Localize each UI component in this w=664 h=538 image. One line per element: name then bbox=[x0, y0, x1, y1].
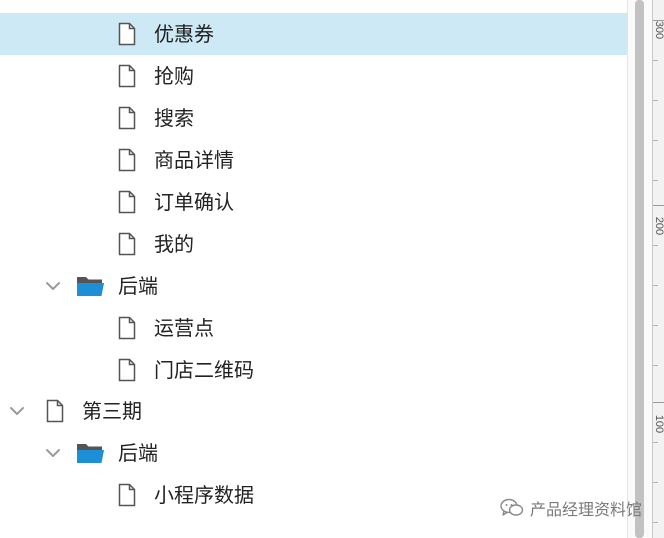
tree-row-label: 运营点 bbox=[154, 316, 214, 340]
ruler-tick bbox=[653, 285, 658, 286]
ruler-tick bbox=[653, 100, 658, 101]
tree-row-coupon[interactable]: 优惠券 bbox=[0, 13, 627, 55]
ruler-tick bbox=[653, 325, 658, 326]
tree-row-label: 门店二维码 bbox=[154, 358, 254, 382]
folder-open-icon bbox=[77, 277, 104, 296]
vertical-ruler: 300 200 100 bbox=[652, 0, 664, 538]
tree-row-label: 我的 bbox=[154, 232, 194, 256]
watermark: 产品经理资料馆 bbox=[500, 495, 642, 521]
file-icon bbox=[118, 232, 136, 256]
ruler-tick bbox=[653, 402, 664, 403]
watermark-text: 产品经理资料馆 bbox=[530, 500, 643, 519]
tree-row-ops-point[interactable]: 运营点 bbox=[0, 307, 627, 349]
ruler-label: 100 bbox=[653, 414, 664, 434]
tree-row-label: 后端 bbox=[118, 274, 158, 298]
vertical-scrollbar[interactable] bbox=[627, 0, 652, 538]
file-icon bbox=[118, 64, 136, 88]
tree-row-backend-folder-2[interactable]: 后端 bbox=[0, 432, 627, 474]
file-icon bbox=[118, 483, 136, 507]
ruler-tick bbox=[653, 245, 658, 246]
file-icon bbox=[118, 358, 136, 382]
ruler-tick bbox=[653, 522, 658, 523]
file-icon bbox=[118, 148, 136, 172]
ruler-tick bbox=[653, 180, 658, 181]
ruler-label: 200 bbox=[653, 216, 664, 236]
chevron-down-icon[interactable] bbox=[44, 280, 62, 292]
tree-row-label: 优惠券 bbox=[154, 22, 214, 46]
tree-row-mine[interactable]: 我的 bbox=[0, 223, 627, 265]
tree-row-label: 抢购 bbox=[154, 64, 194, 88]
tree-row-label: 小程序数据 bbox=[154, 483, 254, 507]
file-tree: 优惠券 抢购 搜索 商品详情 订单确认 我的 后端 运营点 门店二维码 第三期 … bbox=[0, 0, 627, 538]
file-icon bbox=[118, 22, 136, 46]
tree-row-label: 搜索 bbox=[154, 106, 194, 130]
ruler-tick bbox=[653, 140, 658, 141]
tree-row-partial[interactable] bbox=[0, 0, 627, 6]
tree-row-product-detail[interactable]: 商品详情 bbox=[0, 139, 627, 181]
scrollbar-thumb[interactable] bbox=[635, 0, 644, 538]
tree-row-search[interactable]: 搜索 bbox=[0, 97, 627, 139]
tree-row-store-qr[interactable]: 门店二维码 bbox=[0, 349, 627, 391]
file-icon bbox=[118, 190, 136, 214]
ruler-tick bbox=[653, 482, 658, 483]
ruler-tick bbox=[653, 60, 658, 61]
page-icon bbox=[46, 399, 64, 423]
tree-row-phase-three[interactable]: 第三期 bbox=[0, 390, 627, 432]
chevron-down-icon[interactable] bbox=[44, 447, 62, 459]
wechat-icon bbox=[500, 498, 524, 516]
ruler-tick bbox=[653, 442, 658, 443]
folder-open-icon bbox=[77, 444, 104, 463]
ruler-tick bbox=[653, 205, 664, 206]
tree-row-order-confirm[interactable]: 订单确认 bbox=[0, 181, 627, 223]
ruler-label: 300 bbox=[653, 20, 664, 40]
chevron-down-icon[interactable] bbox=[8, 405, 26, 417]
tree-row-label: 商品详情 bbox=[154, 148, 234, 172]
tree-row-flash-sale[interactable]: 抢购 bbox=[0, 55, 627, 97]
ruler-tick bbox=[653, 365, 658, 366]
file-icon bbox=[118, 106, 136, 130]
tree-row-label: 后端 bbox=[118, 441, 158, 465]
tree-row-label: 第三期 bbox=[82, 399, 142, 423]
tree-row-backend-folder[interactable]: 后端 bbox=[0, 265, 627, 307]
file-icon bbox=[118, 316, 136, 340]
tree-row-label: 订单确认 bbox=[154, 190, 234, 214]
